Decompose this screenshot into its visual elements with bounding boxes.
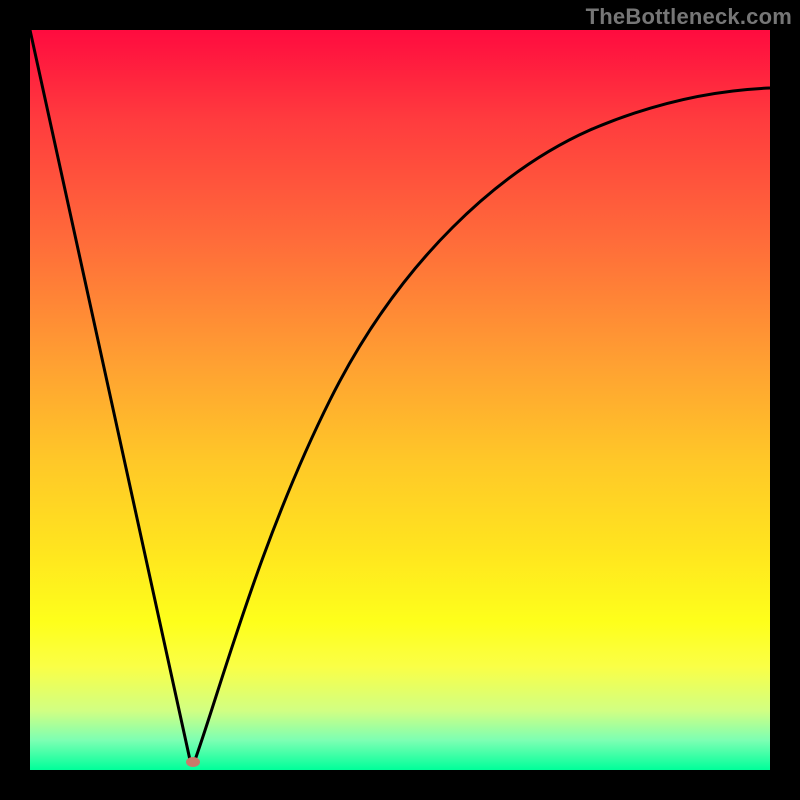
source-attribution: TheBottleneck.com [586,4,792,30]
chart-frame [0,0,800,800]
bottleneck-curve [30,30,770,770]
chart-plot-area [30,30,770,770]
optimal-point-marker [186,757,200,767]
chart-root: TheBottleneck.com [0,0,800,800]
curve-path [30,30,770,760]
